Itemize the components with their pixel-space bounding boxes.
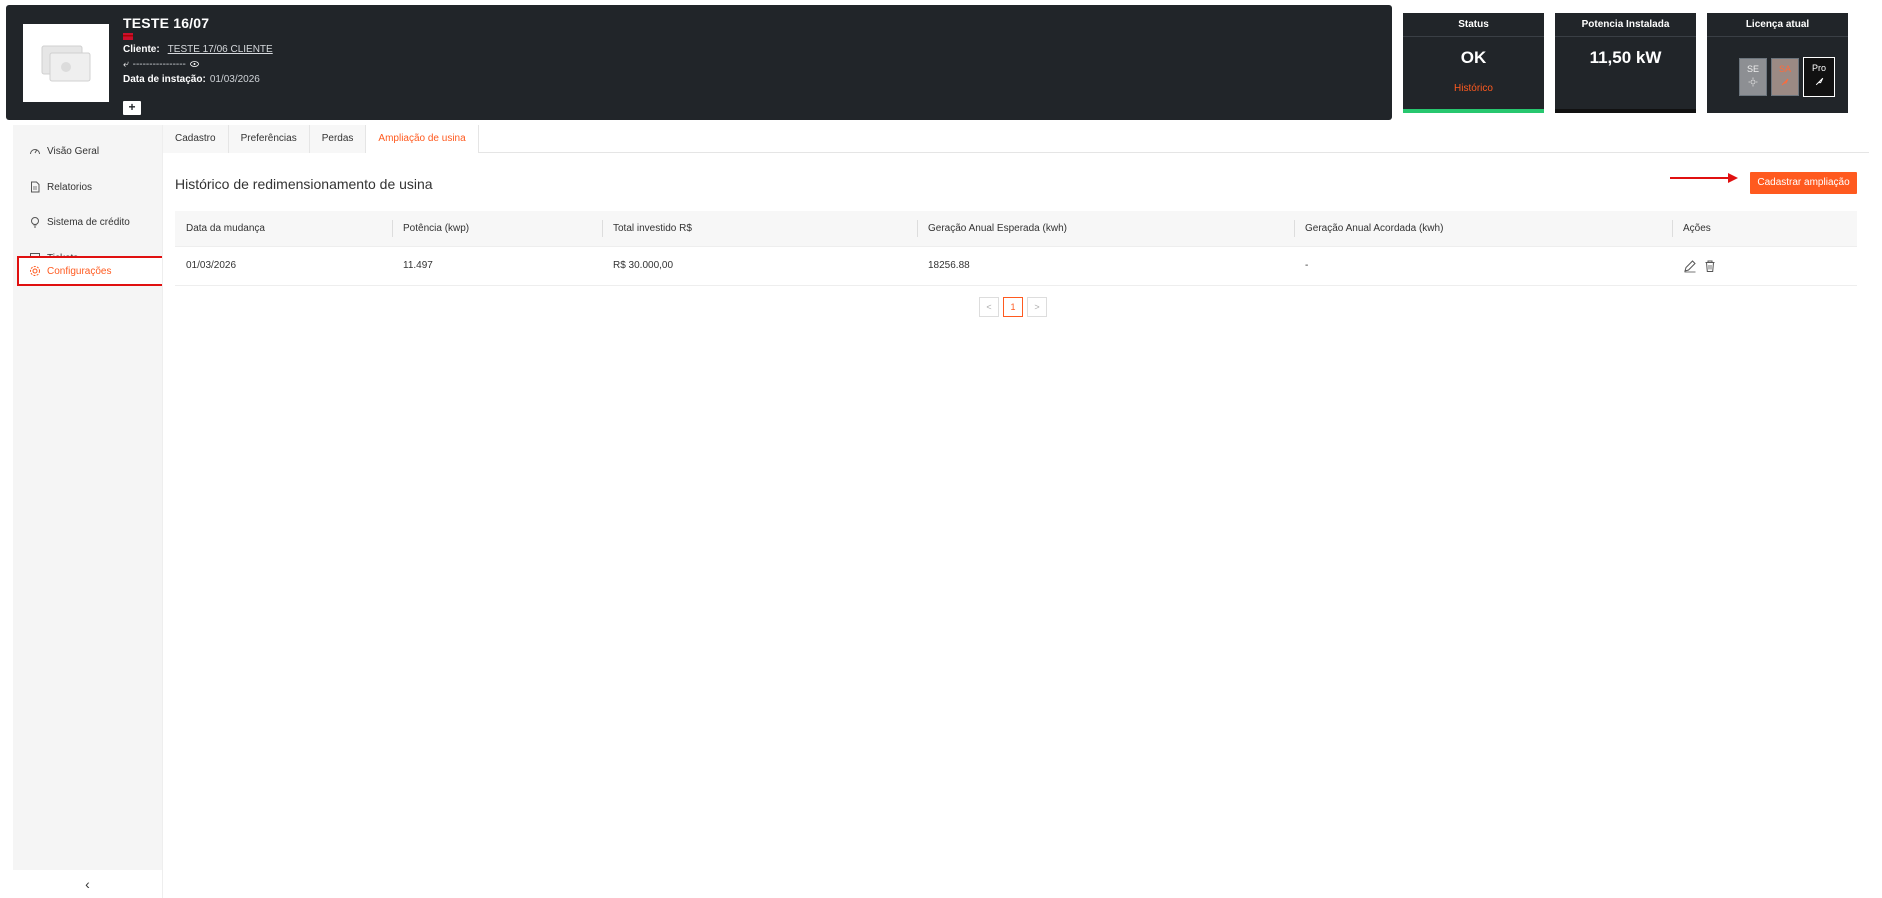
license-pro[interactable]: Pro xyxy=(1803,57,1835,97)
lightbulb-icon xyxy=(31,217,39,228)
col-header-power-label: Potência (kwp) xyxy=(403,222,470,234)
cell-agreed: - xyxy=(1294,246,1672,286)
sidebar-item-sistema-de-credito[interactable]: Sistema de crédito xyxy=(17,207,162,237)
col-header-actions-label: Ações xyxy=(1683,222,1711,234)
client-link[interactable]: TESTE 17/06 CLIENTE xyxy=(168,44,273,55)
sidebar-item-configuracoes[interactable]: Configurações xyxy=(17,256,164,286)
sun-icon xyxy=(1748,77,1758,87)
rocket-icon xyxy=(1781,78,1789,86)
client-label: Cliente: xyxy=(123,44,160,55)
status-card: Status OK Histórico xyxy=(1403,13,1544,113)
rocket-icon xyxy=(1815,77,1823,86)
cadastrar-ampliacao-button[interactable]: Cadastrar ampliação xyxy=(1750,172,1857,194)
eye-icon[interactable] xyxy=(189,59,199,70)
image-placeholder-icon xyxy=(41,45,91,82)
license-card: Licença atual SE SA Pro xyxy=(1707,13,1848,113)
pagination-prev-button[interactable]: < xyxy=(979,297,999,317)
sidebar-collapse-button[interactable]: ‹ xyxy=(13,870,162,898)
sidebar: Visão Geral Relatorios Sistema de crédit… xyxy=(13,125,164,898)
license-sa-label: SA xyxy=(1778,64,1791,74)
sidebar-item-label: Relatorios xyxy=(47,181,93,193)
col-header-actions: Ações xyxy=(1672,211,1857,247)
tab-cadastro[interactable]: Cadastro xyxy=(163,125,229,153)
col-header-invested-label: Total investido R$ xyxy=(613,222,692,234)
plant-info: TESTE 16/07 Cliente: TESTE 17/06 CLIENTE… xyxy=(123,15,273,85)
red-arrow-annotation xyxy=(1670,173,1738,183)
tab-ampliacao-de-usina[interactable]: Ampliação de usina xyxy=(366,125,479,153)
tab-perdas[interactable]: Perdas xyxy=(309,125,367,153)
history-link[interactable]: Histórico xyxy=(1403,83,1544,94)
power-value: 11,50 kW xyxy=(1589,48,1662,67)
document-icon xyxy=(31,181,40,193)
power-card-title: Potencia Instalada xyxy=(1555,13,1696,37)
col-header-expected-label: Geração Anual Esperada (kwh) xyxy=(928,222,1067,234)
sidebar-item-relatorios[interactable]: Relatorios xyxy=(17,172,162,202)
install-label: Data de instação: xyxy=(123,74,206,85)
license-card-title: Licença atual xyxy=(1707,13,1848,37)
plant-title: TESTE 16/07 xyxy=(123,15,210,31)
pagination-page-1[interactable]: 1 xyxy=(1003,297,1023,317)
license-sa[interactable]: SA xyxy=(1771,58,1799,96)
cell-expected: 18256.88 xyxy=(917,246,1294,286)
table-row: 01/03/2026 11.497 R$ 30.000,00 18256.88 … xyxy=(175,246,1857,286)
plant-image xyxy=(23,24,109,102)
sidebar-item-label: Visão Geral xyxy=(47,145,100,157)
power-card: Potencia Instalada 11,50 kW xyxy=(1555,13,1696,113)
cell-invested: R$ 30.000,00 xyxy=(602,246,917,286)
phone-icon: ⤶ xyxy=(123,59,129,70)
license-se[interactable]: SE xyxy=(1739,58,1767,96)
power-bar xyxy=(1555,109,1696,113)
status-card-title: Status xyxy=(1403,13,1544,37)
status-value: OK xyxy=(1460,48,1487,67)
license-se-label: SE xyxy=(1746,64,1759,74)
edit-icon[interactable] xyxy=(1683,259,1697,273)
sidebar-item-label: Configurações xyxy=(47,265,112,277)
main-content: Cadastro Preferências Perdas Ampliação d… xyxy=(162,125,1869,898)
gauge-icon xyxy=(30,149,40,155)
status-bar xyxy=(1403,109,1544,113)
tab-bar: Cadastro Preferências Perdas Ampliação d… xyxy=(163,125,1869,153)
sidebar-item-label: Sistema de crédito xyxy=(47,216,130,228)
table-header-row: Data da mudança Potência (kwp) Total inv… xyxy=(175,211,1857,247)
cell-date: 01/03/2026 xyxy=(175,246,392,286)
phone-masked: ---------------- xyxy=(132,59,186,70)
col-header-expected: Geração Anual Esperada (kwh) xyxy=(917,211,1294,247)
gear-icon xyxy=(30,266,40,276)
install-date: 01/03/2026 xyxy=(209,74,260,85)
resize-history-table: Data da mudança Potência (kwp) Total inv… xyxy=(175,211,1857,286)
col-header-agreed-label: Geração Anual Acordada (kwh) xyxy=(1305,222,1444,234)
trash-icon[interactable] xyxy=(1703,259,1717,273)
tab-preferencias[interactable]: Preferências xyxy=(228,125,310,153)
section-title: Histórico de redimensionamento de usina xyxy=(175,176,433,192)
license-badges: SE SA Pro xyxy=(1739,57,1835,97)
cell-power: 11.497 xyxy=(392,246,602,286)
col-header-power: Potência (kwp) xyxy=(392,211,602,247)
chevron-left-icon: ‹ xyxy=(85,876,90,892)
flag-icon xyxy=(123,32,273,40)
plant-header: TESTE 16/07 Cliente: TESTE 17/06 CLIENTE… xyxy=(6,5,1392,120)
col-header-date: Data da mudança xyxy=(175,211,392,247)
col-header-invested: Total investido R$ xyxy=(602,211,917,247)
add-button[interactable]: + xyxy=(123,101,141,115)
sidebar-item-visao-geral[interactable]: Visão Geral xyxy=(17,136,162,166)
cell-actions xyxy=(1672,246,1857,286)
license-pro-label: Pro xyxy=(1811,63,1826,73)
pagination-next-button[interactable]: > xyxy=(1027,297,1047,317)
col-header-agreed: Geração Anual Acordada (kwh) xyxy=(1294,211,1672,247)
pagination: < 1 > xyxy=(979,297,1047,317)
